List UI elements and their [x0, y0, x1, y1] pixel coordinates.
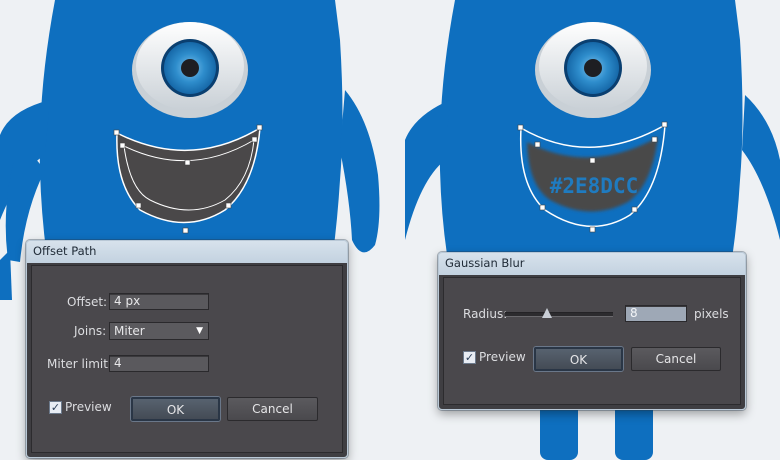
offset-input[interactable]: [109, 293, 209, 310]
preview-label: Preview: [65, 400, 112, 414]
cancel-button[interactable]: Cancel: [631, 347, 721, 371]
offset-label: Offset:: [67, 295, 108, 309]
joins-select[interactable]: Miter ▼: [109, 322, 209, 340]
dialog-title: Offset Path: [33, 244, 97, 258]
dialog-title: Gaussian Blur: [445, 256, 525, 270]
mouth-color-label: #2E8DCC: [550, 174, 639, 198]
dialog-body: [443, 277, 741, 405]
radius-input[interactable]: [625, 305, 687, 322]
gaussian-blur-dialog: Gaussian Blur Radius: pixels ✓ Preview O…: [438, 252, 746, 410]
preview-label: Preview: [479, 350, 526, 364]
miter-limit-input[interactable]: [109, 355, 209, 372]
offset-path-dialog: Offset Path Offset: Joins: Miter ▼ Miter…: [26, 240, 348, 458]
joins-label: Joins:: [74, 324, 107, 338]
pupil: [181, 59, 199, 77]
preview-checkbox[interactable]: ✓: [463, 351, 476, 364]
radius-unit-label: pixels: [694, 307, 729, 321]
cancel-button[interactable]: Cancel: [227, 397, 318, 421]
ok-button[interactable]: OK: [534, 347, 623, 371]
joins-select-value: Miter: [114, 324, 145, 338]
miter-limit-label: Miter limit:: [47, 357, 112, 371]
ok-button[interactable]: OK: [131, 397, 220, 421]
radius-label: Radius:: [463, 307, 508, 321]
radius-slider-track[interactable]: [505, 312, 613, 317]
chevron-down-icon: ▼: [196, 326, 203, 336]
radius-slider-thumb[interactable]: [542, 308, 552, 318]
preview-checkbox[interactable]: ✓: [49, 401, 62, 414]
